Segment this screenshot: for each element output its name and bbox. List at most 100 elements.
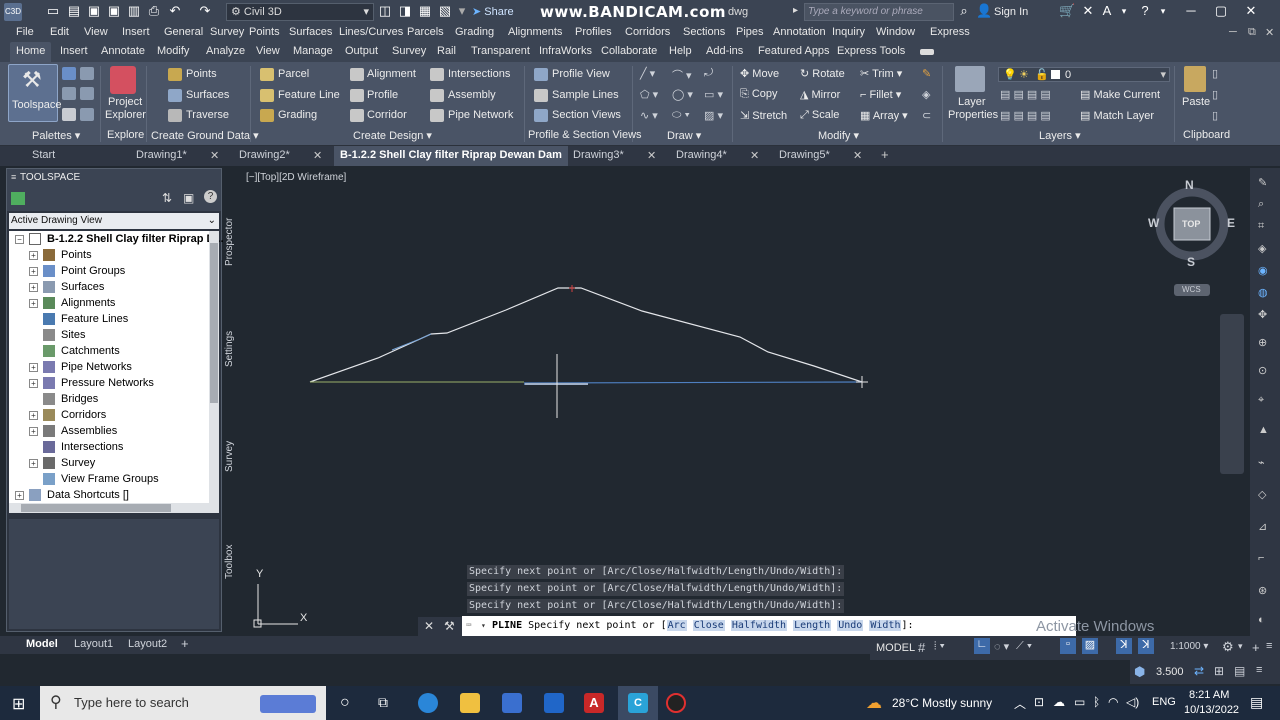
windows-start-icon[interactable]: ⊞ [12, 694, 25, 714]
menu-item[interactable]: Profiles [575, 26, 612, 38]
spline-icon[interactable]: ∿ ▾ [640, 109, 658, 122]
globe-icon[interactable]: ◍ [1258, 286, 1268, 299]
viewport-controls[interactable]: [−][Top][2D Wireframe] [246, 172, 346, 183]
command-option[interactable]: Length [793, 620, 832, 631]
expand-icon[interactable]: + [29, 251, 38, 260]
tab-output[interactable]: Output [345, 45, 378, 57]
gear-icon[interactable]: ⚙ [1222, 639, 1234, 655]
edge-icon[interactable] [418, 693, 438, 713]
close-icon[interactable]: ✕ [1265, 26, 1274, 39]
sample-lines-button[interactable]: Sample Lines [552, 89, 619, 101]
grading-button[interactable]: Grading [278, 109, 317, 121]
cloud-icon[interactable]: ☁ [1053, 695, 1065, 709]
tab-drawing2[interactable]: Drawing2* [239, 146, 290, 166]
stretch-button[interactable]: ⇲ Stretch [740, 109, 787, 122]
palette-icon[interactable] [80, 108, 94, 121]
tree-item[interactable]: Pressure Networks [61, 375, 154, 391]
tab-insert[interactable]: Insert [60, 45, 88, 57]
layer-properties-icon[interactable] [955, 66, 985, 92]
maximize-icon[interactable]: ▢ [1214, 4, 1228, 18]
tab-drawing4[interactable]: Drawing4* [676, 146, 727, 166]
layers-panel-title[interactable]: Layers ▾ [1039, 129, 1081, 142]
tree-item[interactable]: Corridors [61, 407, 106, 423]
tool-icon[interactable]: ◇ [1258, 488, 1266, 501]
section-views-button[interactable]: Section Views [552, 109, 621, 121]
tab-infraworks[interactable]: InfraWorks [539, 45, 592, 57]
tab-express-tools[interactable]: Express Tools [837, 45, 905, 57]
customize-icon[interactable]: ≡ [1266, 640, 1272, 652]
tree-horizontal-scrollbar[interactable] [9, 503, 219, 513]
menu-item[interactable]: Insert [122, 26, 150, 38]
menu-item[interactable]: Annotation [773, 26, 826, 38]
tree-vertical-scrollbar[interactable] [209, 231, 219, 503]
annotation-scale-select[interactable]: 1:1000 ▾ [1170, 641, 1208, 652]
tree-item[interactable]: Feature Lines [61, 311, 128, 327]
expand-arrow-icon[interactable]: ▸ [793, 5, 798, 16]
menu-item[interactable]: Surfaces [289, 26, 332, 38]
menu-item[interactable]: Grading [455, 26, 494, 38]
tree-item[interactable]: Points [61, 247, 92, 263]
hatch-icon[interactable]: ▨ ▾ [704, 109, 723, 122]
ellipse-icon[interactable]: ⬭ ▾ [672, 109, 690, 122]
tree-item[interactable]: Survey [61, 455, 95, 471]
arc-icon[interactable]: ⌒ ▾ [672, 67, 692, 83]
navigation-bar[interactable] [1220, 314, 1244, 474]
circle-icon[interactable]: ◯ ▾ [672, 88, 693, 101]
bandicam-record-icon[interactable] [666, 693, 686, 713]
tool-icon[interactable]: ◉ [1258, 264, 1268, 277]
expand-icon[interactable]: + [15, 491, 24, 500]
expand-icon[interactable]: + [29, 427, 38, 436]
grip-icon[interactable]: ≡ [11, 172, 16, 182]
tree-item[interactable]: View Frame Groups [61, 471, 159, 487]
app-logo-icon[interactable]: C3D [4, 3, 22, 21]
wifi-icon[interactable]: ◠ [1108, 695, 1118, 709]
copy-clip-icon[interactable]: ▯ [1212, 88, 1218, 101]
trim-button[interactable]: ✂ Trim ▾ [860, 67, 902, 80]
compass-n[interactable]: N [1185, 178, 1194, 192]
minimize-icon[interactable]: ─ [1184, 4, 1198, 18]
tree-options-icon[interactable]: ⇅ [162, 191, 172, 205]
fillet-button[interactable]: ⌐ Fillet ▾ [860, 88, 901, 101]
help-icon[interactable]: ? [204, 190, 217, 203]
cortana-icon[interactable]: ○ [340, 694, 350, 712]
tab-active-drawing[interactable]: B-1.2.2 Shell Clay filter Riprap Dewan D… [334, 146, 568, 166]
tree-item[interactable]: Assemblies [61, 423, 117, 439]
menu-item[interactable]: Sections [683, 26, 725, 38]
drawing-view-select[interactable]: Active Drawing View ⌄ [9, 213, 219, 229]
tool-icon[interactable]: ⌁ [1258, 456, 1265, 469]
tab-survey[interactable]: Survey [224, 440, 240, 472]
tab-help[interactable]: Help [669, 45, 692, 57]
tool-icon[interactable]: ⌖ [1258, 394, 1264, 407]
ortho-icon[interactable]: ∟ [974, 638, 990, 654]
polygon-icon[interactable]: ⬠ ▾ [640, 88, 658, 101]
search-icon[interactable]: ⌕ [957, 4, 971, 18]
layer-tools-icon[interactable]: ▤ ▤ ▤ ▤ [1000, 109, 1051, 122]
compass-e[interactable]: E [1227, 216, 1235, 230]
taskbar-search-input[interactable]: ⚲ Type here to search [40, 686, 326, 720]
menu-item[interactable]: General [164, 26, 203, 38]
menu-item[interactable]: Inquiry [832, 26, 865, 38]
tab-survey[interactable]: Survey [392, 45, 426, 57]
polar-icon[interactable]: ◌ ▾ [994, 640, 1009, 653]
scale-button[interactable]: ⤢ Scale [800, 109, 839, 122]
layer-tools-icon[interactable]: ▤ ▤ ▤ ▤ [1000, 88, 1051, 101]
command-line-input[interactable]: ⌨ ▾ PLINE Specify next point or [Arc Clo… [462, 616, 1076, 636]
tab-rail[interactable]: Rail [437, 45, 456, 57]
traverse-button[interactable]: Traverse [186, 109, 229, 121]
tool-icon[interactable]: ◈ [1258, 242, 1266, 255]
tab-analyze[interactable]: Analyze [206, 45, 245, 57]
palette-icon[interactable] [62, 67, 76, 80]
erase-icon[interactable]: ✎ [922, 67, 931, 80]
store-icon[interactable] [502, 693, 522, 713]
palettes-panel-title[interactable]: Palettes ▾ [32, 129, 80, 142]
tool-icon[interactable]: ✥ [1258, 308, 1267, 321]
mirror-button[interactable]: ◮ Mirror [800, 88, 840, 101]
tab-drawing5[interactable]: Drawing5* [779, 146, 830, 166]
drawing-icon[interactable] [11, 192, 25, 205]
command-option[interactable]: Undo [837, 620, 864, 631]
tool-icon[interactable]: ⊕ [1258, 336, 1267, 349]
wcs-label[interactable]: WCS [1182, 285, 1201, 294]
settings-icon[interactable] [80, 67, 94, 80]
plus-icon[interactable]: + [1252, 640, 1260, 655]
clean-screen-icon[interactable]: ▤ [1234, 664, 1245, 678]
